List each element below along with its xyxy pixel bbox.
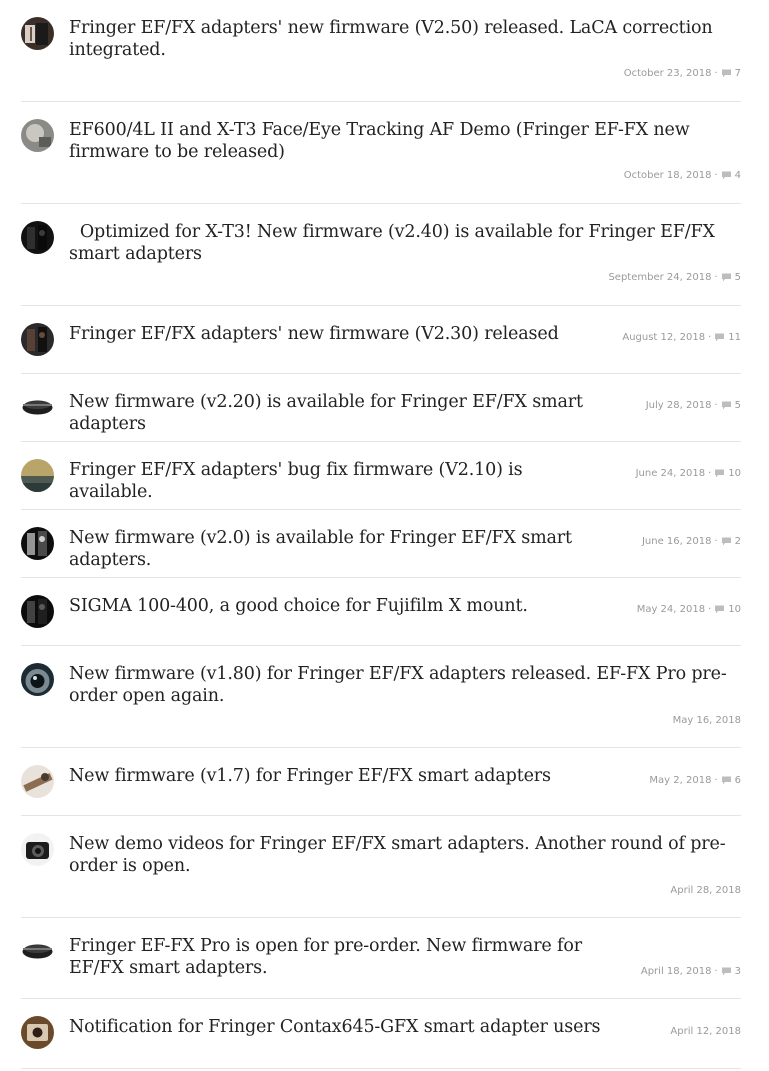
post-meta: August 12, 2018 · 11	[622, 332, 741, 343]
post-title-link[interactable]: Notification for Fringer Contax645-GFX s…	[69, 1017, 609, 1039]
lens-detail-photo-icon[interactable]	[21, 765, 54, 798]
post-meta: September 24, 2018 · 5	[608, 272, 741, 283]
post-title-link[interactable]: Fringer EF/FX adapters' new firmware (V2…	[69, 18, 741, 61]
post-title-link[interactable]: New demo videos for Fringer EF/FX smart …	[69, 834, 741, 877]
post-date: June 16, 2018	[641, 536, 712, 547]
lens-adapter-photo-icon[interactable]	[21, 17, 54, 50]
post-meta: June 16, 2018 · 2	[642, 536, 741, 547]
list-item: Fringer EF/FX adapters' new firmware (V2…	[0, 306, 769, 374]
divider	[21, 1068, 741, 1069]
meta-separator: ·	[708, 332, 712, 343]
comment-icon	[721, 273, 732, 282]
comment-icon	[721, 776, 732, 785]
post-date: July 28, 2018	[645, 400, 712, 411]
post-meta: May 16, 2018	[673, 715, 741, 726]
comment-count-link[interactable]: 6	[735, 775, 741, 786]
post-date: April 18, 2018	[640, 966, 712, 977]
meta-separator: ·	[714, 966, 718, 977]
list-item: New demo videos for Fringer EF/FX smart …	[0, 816, 769, 918]
list-item: Fringer EF/FX adapters' bug fix firmware…	[0, 442, 769, 510]
adapter-ring-photo-icon[interactable]	[21, 391, 54, 424]
list-item: Fringer EF/FX adapters' new firmware (V2…	[0, 0, 769, 102]
list-item: EF600/4L II and X-T3 Face/Eye Tracking A…	[0, 102, 769, 204]
post-title-link[interactable]: New firmware (v2.20) is available for Fr…	[69, 392, 609, 435]
comment-count-link[interactable]: 4	[735, 170, 741, 181]
medium-format-adapter-photo-icon[interactable]	[21, 1016, 54, 1049]
meta-separator: ·	[714, 775, 718, 786]
post-meta: April 18, 2018 · 3	[641, 966, 741, 977]
list-item: SIGMA 100-400, a good choice for Fujifil…	[0, 578, 769, 646]
post-date: October 18, 2018	[623, 170, 712, 181]
post-title-link[interactable]: Fringer EF/FX adapters' bug fix firmware…	[69, 460, 609, 503]
post-meta: October 18, 2018 · 4	[624, 170, 741, 181]
comment-icon	[714, 605, 725, 614]
meta-separator: ·	[714, 170, 718, 181]
meta-separator: ·	[714, 272, 718, 283]
list-item: New firmware (v2.20) is available for Fr…	[0, 374, 769, 442]
list-item: Fringer EF-FX Pro is open for pre-order.…	[0, 918, 769, 999]
list-item: New firmware (v1.80) for Fringer EF/FX a…	[0, 646, 769, 748]
comment-count-link[interactable]: 5	[735, 272, 741, 283]
post-title-link[interactable]: Fringer EF/FX adapters' new firmware (V2…	[69, 324, 609, 346]
comment-count-link[interactable]: 10	[728, 604, 741, 615]
sunset-photo-icon[interactable]	[21, 459, 54, 492]
list-item: New firmware (v2.0) is available for Fri…	[0, 510, 769, 578]
comment-icon	[721, 537, 732, 546]
list-item: Optimized for X-T3! New firmware (v2.40)…	[0, 204, 769, 306]
post-meta: October 23, 2018 · 7	[624, 68, 741, 79]
post-title-link[interactable]: Optimized for X-T3! New firmware (v2.40)…	[69, 222, 741, 265]
post-date: April 12, 2018	[670, 1026, 741, 1037]
meta-separator: ·	[708, 468, 712, 479]
post-title-link[interactable]: SIGMA 100-400, a good choice for Fujifil…	[69, 596, 609, 618]
meta-separator: ·	[708, 604, 712, 615]
comment-icon	[714, 333, 725, 342]
meta-separator: ·	[714, 68, 718, 79]
meta-separator: ·	[714, 400, 718, 411]
adapter-ring-photo-icon[interactable]	[21, 935, 54, 968]
comment-count-link[interactable]: 10	[728, 468, 741, 479]
night-photo-icon[interactable]	[21, 595, 54, 628]
list-item: New firmware (v1.7) for Fringer EF/FX sm…	[0, 748, 769, 816]
lens-mount-photo-icon[interactable]	[21, 527, 54, 560]
camera-photo-icon[interactable]	[21, 221, 54, 254]
lens-front-photo-icon[interactable]	[21, 663, 54, 696]
post-meta: June 24, 2018 · 10	[636, 468, 741, 479]
post-title-link[interactable]: New firmware (v1.80) for Fringer EF/FX a…	[69, 664, 741, 707]
post-date: May 2, 2018	[649, 775, 712, 786]
post-date: May 24, 2018	[636, 604, 706, 615]
comment-count-link[interactable]: 2	[735, 536, 741, 547]
post-meta: May 2, 2018 · 6	[649, 775, 741, 786]
comment-icon	[721, 967, 732, 976]
post-title-link[interactable]: New firmware (v1.7) for Fringer EF/FX sm…	[69, 766, 609, 788]
lens-lineup-photo-icon[interactable]	[21, 323, 54, 356]
list-item: Notification for Fringer Contax645-GFX s…	[0, 999, 769, 1069]
post-meta: May 24, 2018 · 10	[637, 604, 741, 615]
comment-icon	[721, 401, 732, 410]
post-date: August 12, 2018	[622, 332, 706, 343]
comment-count-link[interactable]: 3	[735, 966, 741, 977]
post-meta: July 28, 2018 · 5	[646, 400, 741, 411]
telephoto-lens-photo-icon[interactable]	[21, 119, 54, 152]
comment-icon	[714, 469, 725, 478]
camera-body-photo-icon[interactable]	[21, 833, 54, 866]
meta-separator: ·	[714, 536, 718, 547]
post-title-link[interactable]: Fringer EF-FX Pro is open for pre-order.…	[69, 936, 609, 979]
post-title-link[interactable]: New firmware (v2.0) is available for Fri…	[69, 528, 609, 571]
comment-icon	[721, 69, 732, 78]
post-meta: April 12, 2018	[670, 1026, 741, 1037]
comment-icon	[721, 171, 732, 180]
post-title-link[interactable]: EF600/4L II and X-T3 Face/Eye Tracking A…	[69, 120, 741, 163]
comment-count-link[interactable]: 7	[735, 68, 741, 79]
post-date: June 24, 2018	[635, 468, 706, 479]
post-date: April 28, 2018	[670, 885, 741, 896]
post-list: Fringer EF/FX adapters' new firmware (V2…	[0, 0, 769, 1071]
post-date: September 24, 2018	[608, 272, 712, 283]
post-date: May 16, 2018	[672, 715, 741, 726]
comment-count-link[interactable]: 5	[735, 400, 741, 411]
post-meta: April 28, 2018	[670, 885, 741, 896]
comment-count-link[interactable]: 11	[728, 332, 741, 343]
post-date: October 23, 2018	[623, 68, 712, 79]
